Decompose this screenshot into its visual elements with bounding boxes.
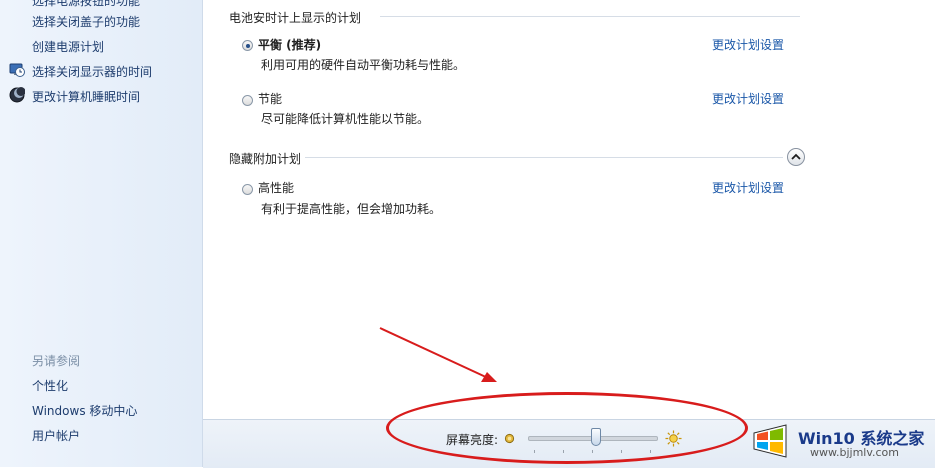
moon-icon bbox=[9, 87, 25, 103]
watermark-site: www.bjjmlv.com bbox=[810, 446, 899, 459]
plan-balanced-change-link[interactable]: 更改计划设置 bbox=[712, 36, 784, 53]
plan-saver-change-link[interactable]: 更改计划设置 bbox=[712, 90, 784, 107]
watermark: Win10 系统之家 www.bjjmlv.com bbox=[746, 415, 935, 467]
see-also-link-mobility-center[interactable]: Windows 移动中心 bbox=[32, 402, 137, 419]
monitor-clock-icon bbox=[9, 63, 25, 77]
sidebar-link-power-button[interactable]: 选择电源按钮的功能 bbox=[32, 0, 140, 9]
plan-performance-change-link[interactable]: 更改计划设置 bbox=[712, 179, 784, 196]
plan-saver-name[interactable]: 节能 bbox=[258, 90, 282, 107]
section-divider bbox=[305, 157, 783, 158]
section-divider bbox=[380, 16, 800, 17]
plan-balanced-radio[interactable] bbox=[242, 40, 253, 51]
annotation-ellipse bbox=[386, 392, 748, 464]
plan-balanced-desc: 利用可用的硬件自动平衡功耗与性能。 bbox=[261, 58, 466, 72]
see-also-link-user-accounts[interactable]: 用户帐户 bbox=[32, 427, 80, 444]
see-also-link-personalize[interactable]: 个性化 bbox=[32, 377, 68, 394]
plan-saver-desc: 尽可能降低计算机性能以节能。 bbox=[261, 112, 430, 126]
left-navigation-pane: 选择电源按钮的功能 选择关闭盖子的功能 创建电源计划 选择关闭显示器的时间 更改… bbox=[0, 0, 203, 467]
plan-saver-radio[interactable] bbox=[242, 95, 253, 106]
chevron-up-icon bbox=[791, 153, 801, 160]
sidebar-link-lid-close[interactable]: 选择关闭盖子的功能 bbox=[32, 13, 140, 30]
plan-balanced-name[interactable]: 平衡 (推荐) bbox=[258, 36, 321, 53]
collapse-hidden-plans-button[interactable] bbox=[787, 148, 805, 166]
battery-section-title: 电池安时计上显示的计划 bbox=[229, 11, 362, 25]
plan-performance-radio[interactable] bbox=[242, 184, 253, 195]
see-also-header: 另请参阅 bbox=[32, 354, 81, 368]
sidebar-link-sleep-time[interactable]: 更改计算机睡眠时间 bbox=[32, 88, 140, 105]
plan-performance-desc: 有利于提高性能，但会增加功耗。 bbox=[261, 202, 442, 216]
plan-performance-name[interactable]: 高性能 bbox=[258, 179, 294, 196]
hidden-section-title: 隐藏附加计划 bbox=[229, 152, 302, 166]
sidebar-link-display-off-time[interactable]: 选择关闭显示器的时间 bbox=[32, 63, 152, 80]
sidebar-link-create-plan[interactable]: 创建电源计划 bbox=[32, 38, 104, 55]
windows-logo-icon bbox=[753, 424, 787, 458]
